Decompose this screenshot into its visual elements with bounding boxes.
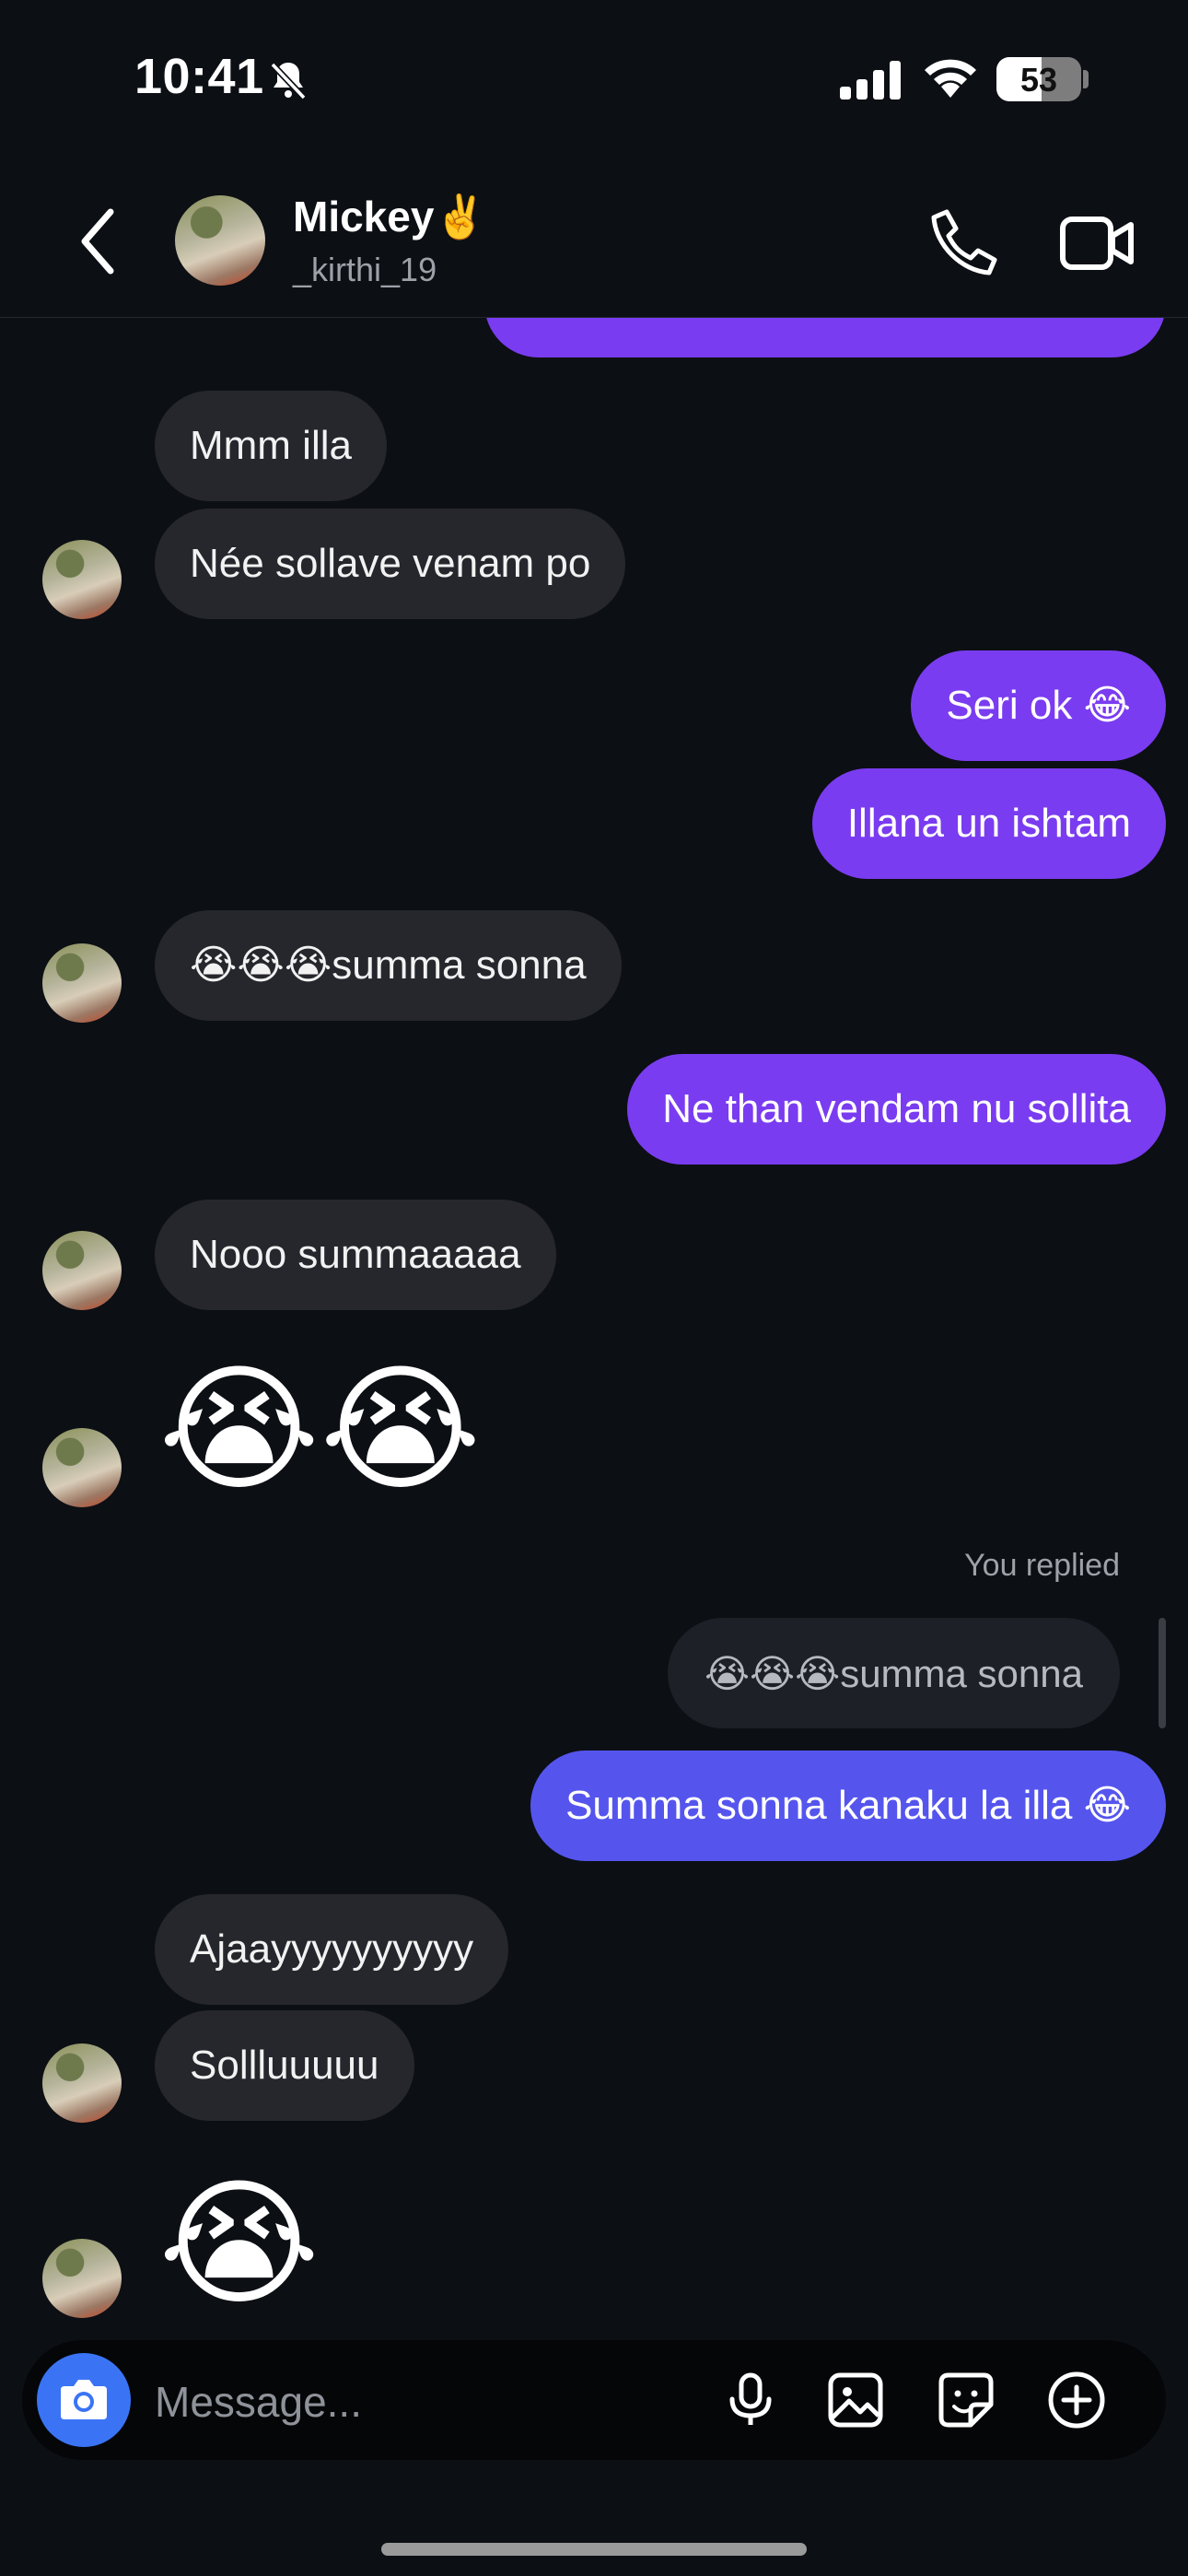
video-camera-icon[interactable] [1059, 208, 1136, 276]
sender-avatar[interactable] [42, 943, 122, 1023]
sender-avatar[interactable] [42, 1428, 122, 1507]
message-outgoing[interactable]: Ne than vendam nu sollita [627, 1054, 1166, 1165]
camera-button[interactable] [37, 2353, 131, 2447]
message-incoming[interactable]: Ajaayyyyyyyyyy [155, 1894, 509, 2005]
sticker-icon[interactable] [936, 2370, 996, 2430]
back-chevron-icon[interactable] [72, 205, 127, 278]
battery-nub [1083, 70, 1089, 88]
contact-handle[interactable]: _kirthi_19 [293, 251, 437, 289]
bell-slash-icon [270, 62, 307, 100]
message-incoming[interactable]: Nooo summaaaaa [155, 1200, 556, 1310]
battery-icon: 53 [996, 57, 1081, 101]
message-incoming[interactable]: Mmm illa [155, 391, 387, 501]
wifi-icon [925, 59, 976, 98]
sender-avatar[interactable] [42, 2043, 122, 2123]
microphone-icon[interactable] [720, 2370, 781, 2430]
sender-avatar[interactable] [42, 540, 122, 619]
message-input[interactable]: Message... [155, 2377, 362, 2427]
battery-level: 53 [1019, 61, 1058, 99]
replied-quote[interactable]: 😭😭😭summa sonna [667, 1618, 1120, 1728]
plus-circle-icon[interactable] [1046, 2370, 1107, 2430]
camera-icon [61, 2380, 107, 2419]
emoji-message[interactable]: 😭 [158, 2174, 320, 2313]
message-incoming[interactable]: Née sollave venam po [155, 509, 626, 619]
message-outgoing[interactable]: Illana un ishtam [811, 768, 1166, 879]
message-outgoing[interactable]: Seri ok 😂 [911, 650, 1166, 761]
reply-line [1159, 1618, 1166, 1728]
home-indicator[interactable] [381, 2543, 807, 2556]
contact-name[interactable]: Mickey✌️ [293, 192, 487, 242]
phone-icon[interactable] [926, 205, 1000, 278]
message-incoming[interactable]: 😭😭😭summa sonna [155, 910, 622, 1021]
image-icon[interactable] [825, 2370, 886, 2430]
cellular-signal-icon [840, 61, 901, 100]
message-incoming[interactable]: Sollluuuuu [155, 2010, 414, 2121]
emoji-message[interactable]: 😭😭 [158, 1360, 482, 1498]
header-avatar[interactable] [175, 195, 265, 286]
status-time: 10:41 [134, 49, 264, 104]
message-outgoing-reply[interactable]: Summa sonna kanaku la illa 😂 [530, 1751, 1166, 1861]
reply-indicator: You replied [964, 1548, 1120, 1583]
sender-avatar[interactable] [42, 1231, 122, 1310]
sender-avatar[interactable] [42, 2239, 122, 2318]
